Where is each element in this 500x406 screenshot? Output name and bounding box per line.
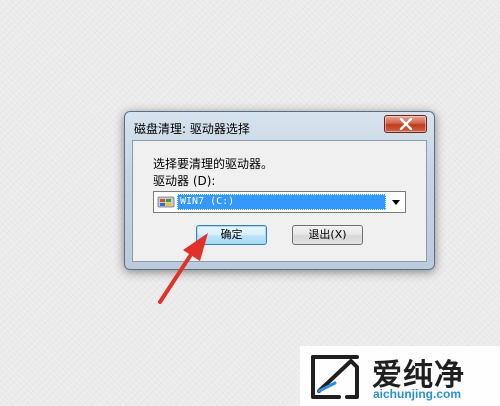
red-arrow-icon [158, 233, 208, 304]
close-icon [399, 118, 413, 130]
watermark-logo: 爱纯净 aichunjing.com [300, 346, 500, 406]
exit-button[interactable]: 退出(X) [292, 225, 363, 245]
dialog-titlebar[interactable]: 磁盘清理: 驱动器选择 [125, 112, 434, 140]
prompt-text: 选择要清理的驱动器。 [153, 157, 274, 171]
dialog-title: 磁盘清理: 驱动器选择 [134, 122, 250, 136]
dropdown-button[interactable] [388, 193, 404, 211]
close-button[interactable] [384, 115, 427, 133]
drive-icon [157, 196, 175, 208]
chevron-down-icon [392, 200, 400, 205]
selected-drive: WIN7 (C:) [177, 194, 386, 210]
logo-icon [311, 355, 359, 399]
drive-label: 驱动器 (D): [153, 174, 216, 188]
drive-select[interactable]: WIN7 (C:) [153, 191, 406, 213]
watermark-url: aichunjing.com [373, 387, 462, 401]
